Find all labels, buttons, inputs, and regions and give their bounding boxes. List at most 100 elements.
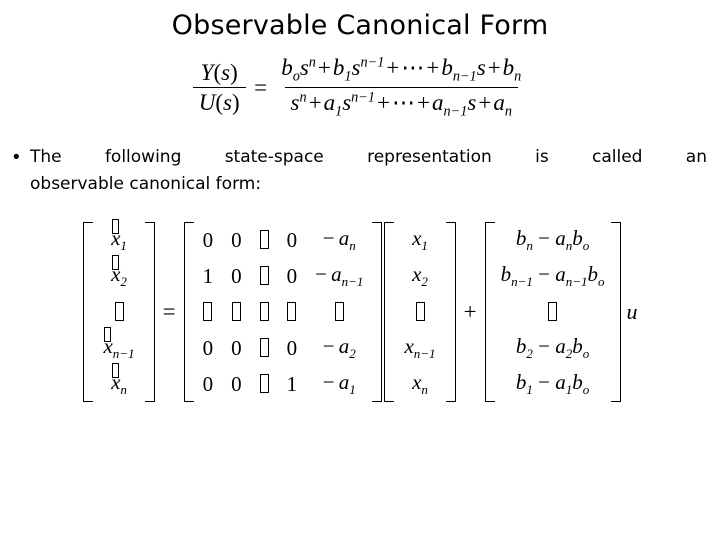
a-cell-r3c5: [306, 294, 372, 330]
a-cell-r4c1: 0: [202, 335, 214, 360]
left-bracket-icon: [384, 222, 395, 402]
equals-sign: =: [252, 74, 269, 100]
missing-glyph-icon: [548, 301, 558, 321]
bullet-text-container: The following state-space representation…: [30, 144, 707, 198]
table-row: 0 0 0 − an: [194, 222, 373, 258]
bullet-line-2: observable canonical form:: [30, 174, 262, 194]
x-vector-table: x1 x2 xn−1 xn: [394, 222, 445, 402]
missing-glyph-icon: [231, 301, 241, 321]
table-row: 1 0 0 − an−1: [194, 258, 373, 294]
right-bracket-icon: [610, 222, 621, 402]
xdot-vdots: [93, 294, 144, 330]
xdot-n: xn: [93, 362, 144, 402]
a-matrix-table: 0 0 0 − an 1 0 0 − an−1 0 0 0 − a2 0 0 1…: [194, 222, 373, 402]
missing-glyph-icon: [114, 301, 124, 321]
transfer-function-equation: Y(s) U(s) = bosn+b1sn−1+⋯+bn−1s+bn sn+a1…: [0, 54, 720, 121]
missing-glyph-icon: [203, 301, 213, 321]
missing-glyph-icon: [287, 301, 297, 321]
a-cell-r5c2: 0: [231, 371, 242, 396]
table-row: xn: [93, 362, 144, 402]
table-row: x1: [394, 222, 445, 258]
transfer-function-rhs-fraction: bosn+b1sn−1+⋯+bn−1s+bn sn+a1sn−1+⋯+an−1s…: [275, 54, 527, 121]
x-state-vector: x1 x2 xn−1 xn: [384, 222, 456, 402]
xdot-1: x1: [93, 218, 144, 258]
b-row-n-minus-1: bn−1 − an−1bo: [500, 261, 605, 290]
plus-sign: +: [463, 299, 477, 324]
a-cell-r3c2: [222, 294, 251, 330]
table-row: xn−1: [394, 330, 445, 366]
x-2: x2: [412, 261, 428, 290]
table-row: x2: [93, 254, 144, 294]
left-bracket-icon: [484, 222, 495, 402]
right-bracket-icon: [445, 222, 456, 402]
table-row: x1: [93, 218, 144, 258]
missing-glyph-icon: [259, 229, 269, 249]
table-row: bn−1 − an−1bo: [495, 258, 611, 294]
right-bracket-icon: [372, 222, 383, 402]
table-row: b2 − a2bo: [495, 330, 611, 366]
a-cell-r2c2: 0: [231, 263, 242, 288]
a-cell-r2c3: [251, 258, 278, 294]
a-cell-r4c5: − a2: [322, 333, 356, 362]
missing-glyph-icon: [259, 265, 269, 285]
a-cell-r1c2: 0: [231, 227, 242, 252]
x-n-minus-1: xn−1: [404, 333, 436, 362]
left-bracket-icon: [183, 222, 194, 402]
a-cell-r1c1: 0: [202, 227, 214, 252]
table-row: b1 − a1bo: [495, 366, 611, 402]
table-row: [495, 294, 611, 330]
a-cell-r5c3: [251, 366, 278, 402]
a-cell-r3c4: [278, 294, 307, 330]
matrix-equals-sign: =: [162, 299, 176, 324]
xdot-vector: x1 x2 x n−1 xn: [83, 218, 155, 402]
table-row: [194, 294, 373, 330]
bullet-row: • The following state-space representati…: [13, 144, 707, 198]
bullet-marker: •: [13, 147, 20, 168]
missing-glyph-icon: [259, 337, 269, 357]
table-row: 0 0 0 − a2: [194, 330, 373, 366]
rhs-numerator: bosn+b1sn−1+⋯+bn−1s+bn: [281, 54, 522, 85]
b-row-n: bn − anbo: [515, 225, 590, 254]
table-row: xn−1: [93, 326, 144, 366]
bullet-line-1: The following state-space representation…: [30, 147, 707, 167]
table-row: [394, 294, 445, 330]
a-cell-r2c1: 1: [202, 263, 214, 288]
b-vector: bn − anbo bn−1 − an−1bo b2 − a2bo b1 − a…: [484, 222, 621, 402]
lhs-denominator: U(s): [192, 86, 246, 116]
right-bracket-icon: [144, 222, 155, 402]
a-cell-r4c3: [251, 330, 278, 366]
missing-glyph-icon: [259, 301, 269, 321]
a-cell-r4c4: 0: [286, 335, 298, 360]
a-cell-r3c3: [251, 294, 278, 330]
table-row: 0 0 1 − a1: [194, 366, 373, 402]
x-1: x1: [412, 225, 428, 254]
table-row: bn − anbo: [495, 222, 611, 258]
missing-glyph-icon: [259, 373, 269, 393]
transfer-function-lhs-fraction: Y(s) U(s): [192, 59, 246, 116]
a-matrix: 0 0 0 − an 1 0 0 − an−1 0 0 0 − a2 0 0 1…: [183, 222, 383, 402]
table-row: xn: [394, 366, 445, 402]
a-cell-r1c3: [251, 222, 278, 258]
bullet-paragraph: • The following state-space representati…: [13, 144, 707, 198]
input-variable-u: u: [626, 299, 638, 324]
rhs-denominator: sn+a1sn−1+⋯+an−1s+an: [284, 86, 518, 121]
left-bracket-icon: [83, 222, 94, 402]
xdot-vector-table: x1 x2 x n−1 xn: [93, 218, 144, 402]
a-cell-r1c5: − an: [322, 225, 356, 254]
a-cell-r5c4: 1: [286, 371, 298, 396]
b-row-1: b1 − a1bo: [515, 369, 590, 398]
table-row: x2: [394, 258, 445, 294]
a-cell-r5c1: 0: [202, 371, 214, 396]
xdot-2: x2: [93, 254, 144, 294]
x-vdots: [394, 294, 445, 330]
xdot-n-minus-1: x n−1: [93, 326, 144, 366]
a-cell-r5c5: − a1: [322, 369, 356, 398]
a-cell-r2c4: 0: [286, 263, 298, 288]
a-cell-r4c2: 0: [231, 335, 242, 360]
b-row-vdots: [495, 294, 611, 330]
missing-glyph-icon: [415, 301, 425, 321]
a-cell-r2c5: − an−1: [315, 261, 364, 290]
lhs-numerator: Y(s): [200, 59, 238, 85]
table-row: [93, 294, 144, 330]
a-cell-r1c4: 0: [286, 227, 298, 252]
